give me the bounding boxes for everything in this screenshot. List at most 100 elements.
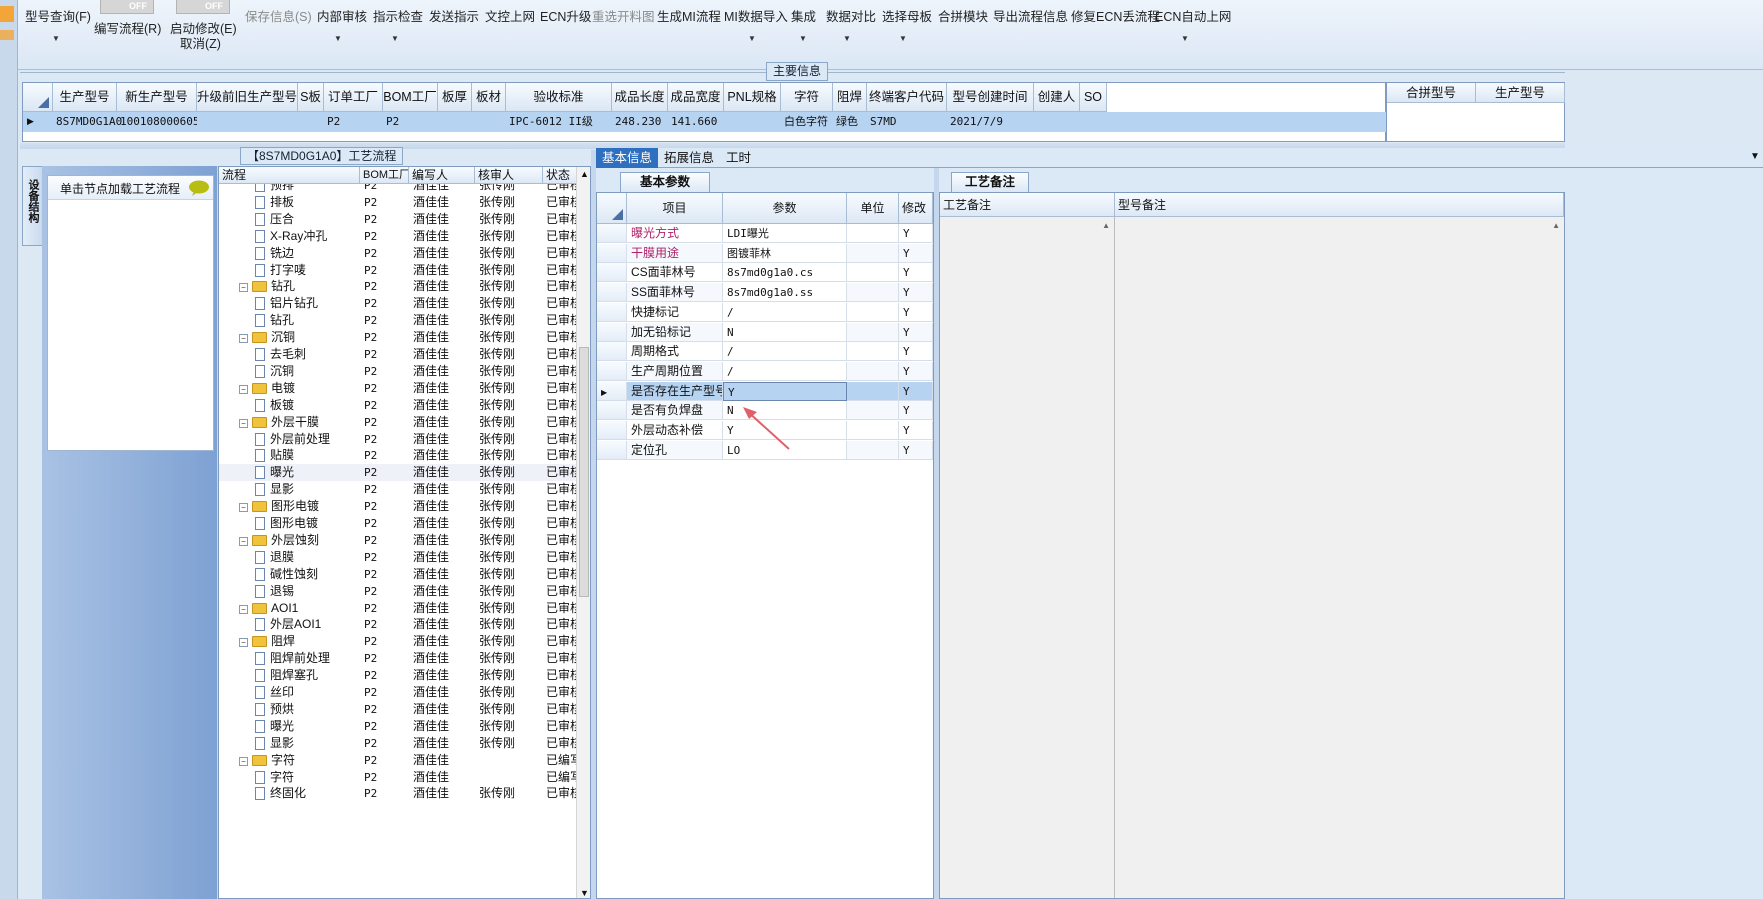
flow-row[interactable]: − 钻孔 P2 酒佳佳 张传刚 已审核 (219, 278, 577, 295)
main-info-cell[interactable] (438, 112, 472, 132)
scrollbar-thumb[interactable] (579, 347, 589, 597)
toolbar-cancel[interactable]: 取消(Z) (180, 33, 221, 52)
toolbar-fix-ecn-lost-flow[interactable]: 修复ECN丢流程 (1071, 6, 1160, 25)
main-info-cell[interactable] (724, 112, 781, 132)
main-info-col-header[interactable]: PNL规格 (724, 83, 781, 112)
toolbar-data-compare[interactable]: 数据对比 (826, 6, 876, 25)
flow-col-header[interactable]: BOM工厂 (360, 167, 409, 184)
hint-header[interactable]: 单击节点加载工艺流程 (48, 176, 213, 200)
flow-row[interactable]: 曝光 P2 酒佳佳 张传刚 已审核 (219, 718, 577, 735)
main-info-cell[interactable]: S7MD (867, 112, 947, 132)
toolbar-merge-module[interactable]: 合拼模块 (938, 6, 988, 25)
flow-col-header[interactable]: 状态 (543, 167, 577, 184)
main-info-cell[interactable]: 141.660 (668, 112, 724, 132)
flow-col-header[interactable]: 核审人 (475, 167, 543, 184)
main-info-col-header[interactable]: BOM工厂 (383, 83, 438, 112)
flow-row[interactable]: 外层前处理 P2 酒佳佳 张传刚 已审核 (219, 431, 577, 448)
toolbar-instruction-check[interactable]: 指示检查 (373, 6, 423, 25)
main-info-col-header[interactable]: 字符 (781, 83, 833, 112)
flow-row[interactable]: 压合 P2 酒佳佳 张传刚 已审核 (219, 211, 577, 228)
toolbar-reselect-cut-chart[interactable]: 重选开料图 (592, 6, 655, 25)
chevron-down-icon[interactable]: ▼ (1750, 151, 1760, 162)
tab-extended-info[interactable]: 拓展信息 (658, 148, 720, 168)
main-info-cell[interactable] (298, 112, 324, 132)
merge-col-header[interactable]: 生产型号 (1476, 83, 1565, 103)
toolbar-generate-mi-flow[interactable]: 生成MI流程 (657, 6, 721, 25)
param-row[interactable]: ▶ 是否存在生产型号 Y Y (597, 381, 933, 401)
flow-row[interactable]: 预烘 P2 酒佳佳 张传刚 已审核 (219, 701, 577, 718)
toolbar-send-instruction[interactable]: 发送指示 (429, 6, 479, 25)
main-info-cell[interactable]: P2 (383, 112, 438, 132)
param-row[interactable]: 周期格式 / Y (597, 342, 933, 362)
collapse-icon[interactable]: − (239, 384, 248, 394)
flow-row[interactable]: 铝片钻孔 P2 酒佳佳 张传刚 已审核 (219, 295, 577, 312)
main-info-cell[interactable] (472, 112, 506, 132)
flow-row[interactable]: − 外层干膜 P2 酒佳佳 张传刚 已审核 (219, 414, 577, 431)
flow-row[interactable]: 显影 P2 酒佳佳 张传刚 已审核 (219, 481, 577, 498)
toolbar-internal-review[interactable]: 内部审核 (317, 6, 367, 25)
param-value[interactable]: / (723, 302, 847, 322)
scrollbar-vertical[interactable]: ▲ ▼ (576, 167, 590, 898)
param-value[interactable]: / (723, 342, 847, 362)
chevron-down-icon[interactable]: ▼ (799, 34, 807, 43)
flow-row[interactable]: 退膜 P2 酒佳佳 张传刚 已审核 (219, 549, 577, 566)
collapse-icon[interactable]: − (239, 283, 248, 293)
flow-row[interactable]: 阻焊塞孔 P2 酒佳佳 张传刚 已审核 (219, 667, 577, 684)
toolbar-mi-data-import[interactable]: MI数据导入 (724, 6, 788, 25)
scroll-up-icon[interactable]: ▲ (580, 169, 589, 179)
main-info-col-header[interactable]: 订单工厂 (324, 83, 383, 112)
flow-row[interactable]: 阻焊前处理 P2 酒佳佳 张传刚 已审核 (219, 650, 577, 667)
chevron-down-icon[interactable]: ▼ (391, 34, 399, 43)
toolbar-ecn-upgrade[interactable]: ECN升级 (540, 6, 591, 25)
main-info-cell[interactable]: P2 (324, 112, 383, 132)
collapse-icon[interactable]: − (239, 604, 248, 614)
main-info-cell[interactable] (1034, 112, 1080, 132)
toolbar-model-query[interactable]: 型号查询(F) (25, 6, 91, 25)
params-col-header[interactable]: 单位 (847, 193, 899, 224)
flow-row[interactable]: − 沉铜 P2 酒佳佳 张传刚 已审核 (219, 329, 577, 346)
param-row[interactable]: 干膜用途 图镀菲林 Y (597, 243, 933, 263)
param-value[interactable]: 8s7md0g1a0.ss (723, 283, 847, 303)
scroll-up-icon[interactable]: ▲ (1102, 221, 1110, 230)
flow-row[interactable]: 曝光 P2 酒佳佳 张传刚 已审核 (219, 464, 577, 482)
collapse-icon[interactable]: − (239, 334, 248, 344)
main-info-col-header[interactable]: 创建人 (1034, 83, 1080, 112)
main-info-col-header[interactable]: 终端客户代码 (867, 83, 947, 112)
collapse-icon[interactable]: − (239, 536, 248, 546)
flow-col-header[interactable]: 编写人 (409, 167, 475, 184)
flow-row[interactable]: − 字符 P2 酒佳佳 已编写 (219, 752, 577, 769)
toolbar-select-mother-board[interactable]: 选择母板 (882, 6, 932, 25)
main-info-col-header[interactable]: 板厚 (438, 83, 472, 112)
collapse-icon[interactable]: − (239, 756, 248, 766)
main-info-col-header[interactable]: 型号创建时间 (947, 83, 1034, 112)
main-info-col-header[interactable]: 新生产型号 (117, 83, 197, 112)
main-info-col-header[interactable]: 升级前旧生产型号 (197, 83, 298, 112)
param-value[interactable]: LDI曝光 (723, 224, 847, 243)
flow-row[interactable]: 丝印 P2 酒佳佳 张传刚 已审核 (219, 684, 577, 701)
flow-col-header[interactable]: 流程 (219, 167, 360, 184)
toolbar-write-flow[interactable]: 编写流程(R) (94, 18, 161, 37)
chevron-down-icon[interactable]: ▼ (334, 34, 342, 43)
flow-row[interactable]: 图形电镀 P2 酒佳佳 张传刚 已审核 (219, 515, 577, 532)
flow-row[interactable]: 沉铜 P2 酒佳佳 张传刚 已审核 (219, 363, 577, 380)
flow-row[interactable]: 钻孔 P2 酒佳佳 张传刚 已审核 (219, 312, 577, 329)
scroll-up-icon[interactable]: ▲ (1552, 221, 1560, 230)
param-row[interactable]: CS面菲林号 8s7md0g1a0.cs Y (597, 263, 933, 283)
main-info-cell[interactable] (1080, 112, 1107, 132)
chevron-down-icon[interactable]: ▼ (843, 34, 851, 43)
main-info-cell[interactable]: 绿色 (833, 112, 867, 132)
toggle-off[interactable]: OFF (176, 0, 230, 14)
main-info-col-header[interactable]: 验收标准 (506, 83, 612, 112)
param-value[interactable]: 8s7md0g1a0.cs (723, 263, 847, 283)
flow-row[interactable]: − 电镀 P2 酒佳佳 张传刚 已审核 (219, 380, 577, 397)
param-row[interactable]: 快捷标记 / Y (597, 302, 933, 322)
params-col-header[interactable]: 参数 (723, 193, 847, 224)
flow-row[interactable]: 退锡 P2 酒佳佳 张传刚 已审核 (219, 583, 577, 600)
chevron-down-icon[interactable]: ▼ (899, 34, 907, 43)
tab-work-hours[interactable]: 工时 (720, 148, 757, 168)
param-value[interactable]: / (723, 361, 847, 381)
main-info-col-header[interactable]: SO (1080, 83, 1107, 112)
main-info-col-header[interactable]: 成品长度 (612, 83, 668, 112)
collapse-icon[interactable]: − (239, 503, 248, 513)
flow-row[interactable]: 打字唛 P2 酒佳佳 张传刚 已审核 (219, 262, 577, 279)
